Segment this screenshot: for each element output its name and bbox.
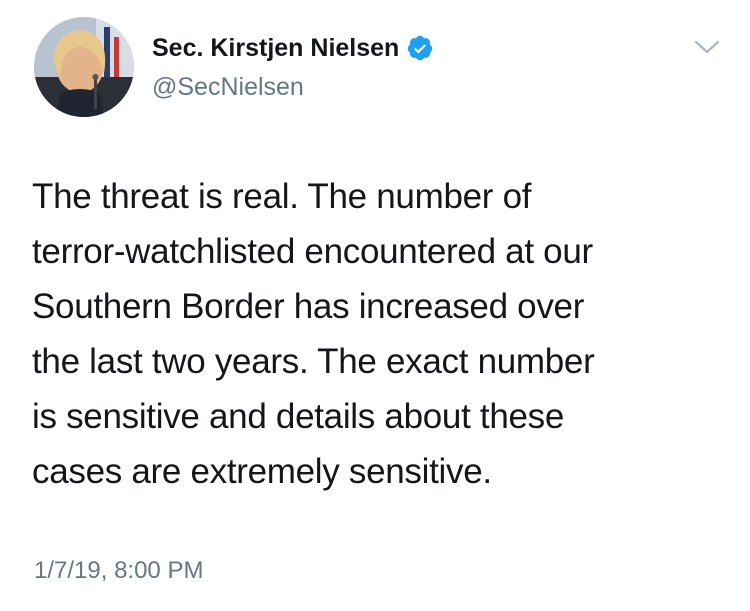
profile-photo-icon: [34, 17, 134, 117]
avatar[interactable]: [34, 17, 134, 117]
tweet-card: Sec. Kirstjen Nielsen @SecNielsen The th…: [0, 0, 750, 611]
tweet-text-line: Southern Border has increased over: [32, 287, 585, 326]
tweet-text-line: terror-watchlisted encountered at our: [32, 232, 593, 271]
timestamp[interactable]: 1/7/19, 8:00 PM: [34, 556, 203, 586]
verified-badge-icon: [406, 34, 434, 62]
name-row: Sec. Kirstjen Nielsen: [152, 32, 434, 64]
tweet-text-line: The threat is real. The number of: [32, 177, 532, 216]
chevron-down-icon[interactable]: [693, 38, 721, 58]
tweet-text: The threat is real. The number of terror…: [32, 169, 732, 499]
display-name[interactable]: Sec. Kirstjen Nielsen: [152, 32, 399, 64]
handle[interactable]: @SecNielsen: [152, 72, 304, 102]
tweet-text-line: is sensitive and details about these: [32, 397, 565, 436]
tweet-text-line: cases are extremely sensitive.: [32, 452, 492, 491]
tweet-text-line: the last two years. The exact number: [32, 342, 595, 381]
